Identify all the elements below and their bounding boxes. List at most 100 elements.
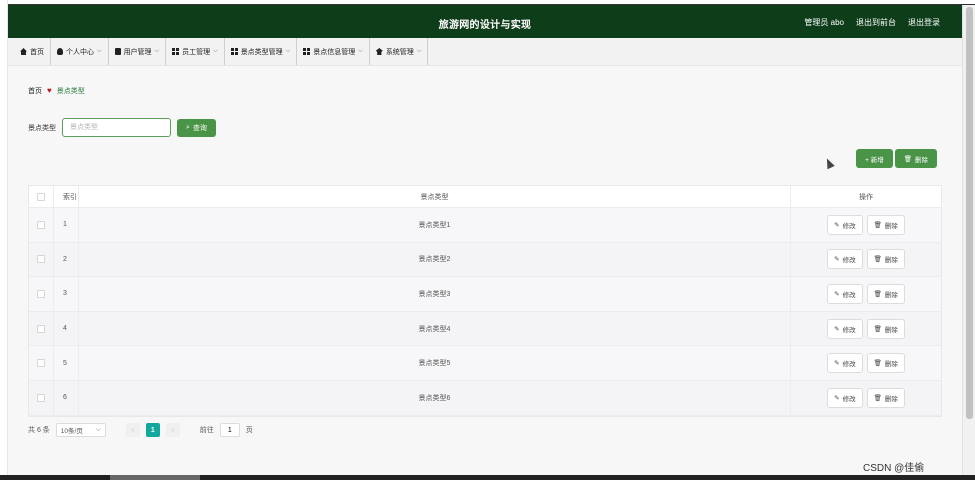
- table-row: 6 景点类型6 ✎ 修改 🗑 删除: [29, 380, 941, 416]
- pencil-icon: ✎: [834, 290, 840, 298]
- nav-label: 个人中心: [66, 48, 94, 56]
- page-button-1[interactable]: 1: [145, 423, 160, 437]
- row-checkbox[interactable]: [37, 393, 45, 402]
- select-all-checkbox[interactable]: [37, 192, 45, 201]
- chevron-down-icon: ⌵: [358, 48, 363, 54]
- row-type: 景点类型6: [79, 380, 791, 415]
- vertical-scrollbar[interactable]: [962, 5, 975, 475]
- back-to-front-link[interactable]: 退出到前台: [856, 17, 896, 28]
- delete-label: 删除: [884, 291, 898, 299]
- row-checkbox[interactable]: [37, 289, 45, 298]
- nav-label: 景点信息管理: [313, 48, 356, 56]
- nav-item-system[interactable]: 系统管理 ⌵: [370, 38, 429, 65]
- nav-label: 员工管理: [182, 48, 211, 56]
- row-index: 4: [54, 311, 79, 346]
- next-page-button[interactable]: ›: [165, 423, 180, 437]
- grid-icon: [303, 48, 311, 55]
- goto-page-input[interactable]: [219, 423, 240, 437]
- nav-label: 首页: [30, 48, 44, 56]
- row-check-cell: [29, 311, 54, 346]
- batch-delete-label: 删除: [915, 156, 928, 164]
- edit-button[interactable]: ✎ 修改: [827, 283, 863, 304]
- header-right: 管理员 abo 退出到前台 退出登录: [804, 17, 940, 28]
- search-label: 景点类型: [28, 124, 56, 132]
- delete-button[interactable]: 🗑 删除: [866, 387, 905, 408]
- breadcrumb-home[interactable]: 首页: [28, 86, 42, 96]
- batch-delete-button[interactable]: 🗑 删除: [894, 149, 937, 168]
- row-actions: ✎ 修改 🗑 删除: [791, 277, 941, 311]
- chevron-down-icon: ⌵: [416, 48, 422, 54]
- row-index: 5: [54, 346, 79, 380]
- delete-button[interactable]: 🗑 删除: [866, 249, 905, 270]
- row-check-cell: [29, 277, 54, 311]
- nav-item-profile[interactable]: 个人中心 ⌵: [51, 38, 109, 65]
- row-checkbox[interactable]: [37, 359, 45, 368]
- delete-button[interactable]: 🗑 删除: [866, 214, 905, 235]
- chevron-down-icon: ⌵: [97, 48, 102, 54]
- trash-icon: 🗑: [873, 394, 882, 402]
- search-icon: ⌕: [186, 123, 190, 131]
- edit-button[interactable]: ✎ 修改: [827, 214, 863, 235]
- row-check-cell: [29, 380, 54, 415]
- edit-button[interactable]: ✎ 修改: [827, 249, 863, 270]
- nav-label: 景点类型管理: [240, 48, 283, 56]
- nav-item-staff[interactable]: 员工管理 ⌵: [166, 38, 225, 65]
- nav-item-users[interactable]: 用户管理 ⌵: [109, 38, 167, 65]
- table-row: 2 景点类型2 ✎ 修改 🗑 删除: [29, 242, 941, 278]
- nav-item-spot-info[interactable]: 景点信息管理 ⌵: [297, 38, 370, 65]
- table-row: 3 景点类型3 ✎ 修改 🗑 删除: [29, 277, 941, 312]
- edit-button[interactable]: ✎ 修改: [827, 387, 863, 408]
- row-check-cell: [29, 208, 54, 242]
- left-edge: [0, 0, 8, 480]
- edit-label: 修改: [842, 291, 856, 299]
- edit-label: 修改: [842, 257, 856, 265]
- row-actions: ✎ 修改 🗑 删除: [791, 346, 941, 380]
- watermark: CSDN @佳偷: [863, 463, 925, 474]
- table-row: 5 景点类型5 ✎ 修改 🗑 删除: [29, 346, 941, 381]
- delete-button[interactable]: 🗑 删除: [866, 283, 905, 304]
- trash-icon: 🗑: [873, 325, 882, 333]
- table-row: 1 景点类型1 ✎ 修改 🗑 删除: [29, 208, 941, 243]
- bag-icon: [114, 48, 121, 55]
- top-header: 旅游网的设计与实现 管理员 abo 退出到前台 退出登录: [8, 5, 962, 38]
- nav-label: 系统管理: [385, 48, 414, 56]
- scroll-thumb[interactable]: [966, 7, 973, 419]
- heart-icon: ♥: [47, 86, 52, 95]
- pencil-icon: ✎: [834, 360, 840, 368]
- delete-button[interactable]: 🗑 删除: [866, 318, 905, 339]
- edit-label: 修改: [842, 395, 856, 403]
- row-type: 景点类型2: [79, 242, 791, 277]
- edit-button[interactable]: ✎ 修改: [827, 318, 863, 339]
- query-button[interactable]: ⌕ 查询: [177, 118, 216, 137]
- chevron-down-icon: ⌵: [285, 48, 291, 54]
- nav-item-home[interactable]: 首页: [14, 38, 51, 65]
- row-checkbox[interactable]: [37, 255, 45, 264]
- nav-item-spot-types[interactable]: 景点类型管理 ⌵: [225, 38, 298, 65]
- breadcrumb: 首页 ♥ 景点类型: [28, 86, 85, 96]
- row-type: 景点类型5: [79, 346, 791, 380]
- delete-button[interactable]: 🗑 删除: [866, 353, 905, 374]
- top-nav: 首页 个人中心 ⌵ 用户管理 ⌵ 员工管理 ⌵ 景点类型管理 ⌵ 景点信息管理 …: [8, 38, 962, 66]
- table-row: 4 景点类型4 ✎ 修改 🗑 删除: [29, 311, 941, 347]
- pencil-icon: ✎: [834, 325, 840, 333]
- breadcrumb-current: 景点类型: [56, 88, 85, 95]
- table-body: 1 景点类型1 ✎ 修改 🗑 删除 2 景点类型2 ✎ 修改 🗑 删除 3 景点类型3 ✎ 修改 🗑 删除 4 景点类…: [29, 208, 941, 416]
- edit-button[interactable]: ✎ 修改: [827, 353, 863, 374]
- pagination: 共 6 条 10条/页 ⌵ ‹ 1 › 前往 页: [28, 423, 253, 437]
- delete-label: 删除: [884, 361, 898, 369]
- bottom-bar: [0, 475, 975, 480]
- row-index: 6: [54, 380, 79, 415]
- header-check-cell: [29, 186, 54, 207]
- trash-icon: 🗑: [873, 290, 882, 298]
- add-button[interactable]: + 新增: [856, 149, 893, 168]
- trash-icon: 🗑: [903, 155, 912, 163]
- search-input[interactable]: [62, 118, 171, 137]
- goto-label: 前往: [199, 427, 214, 434]
- logout-link[interactable]: 退出登录: [908, 17, 940, 28]
- pager-total: 共 6 条: [28, 427, 50, 434]
- page-size-select[interactable]: 10条/页 ⌵: [55, 423, 106, 437]
- row-checkbox[interactable]: [37, 324, 45, 333]
- row-checkbox[interactable]: [37, 220, 45, 229]
- edit-label: 修改: [842, 222, 856, 230]
- prev-page-button[interactable]: ‹: [125, 423, 140, 437]
